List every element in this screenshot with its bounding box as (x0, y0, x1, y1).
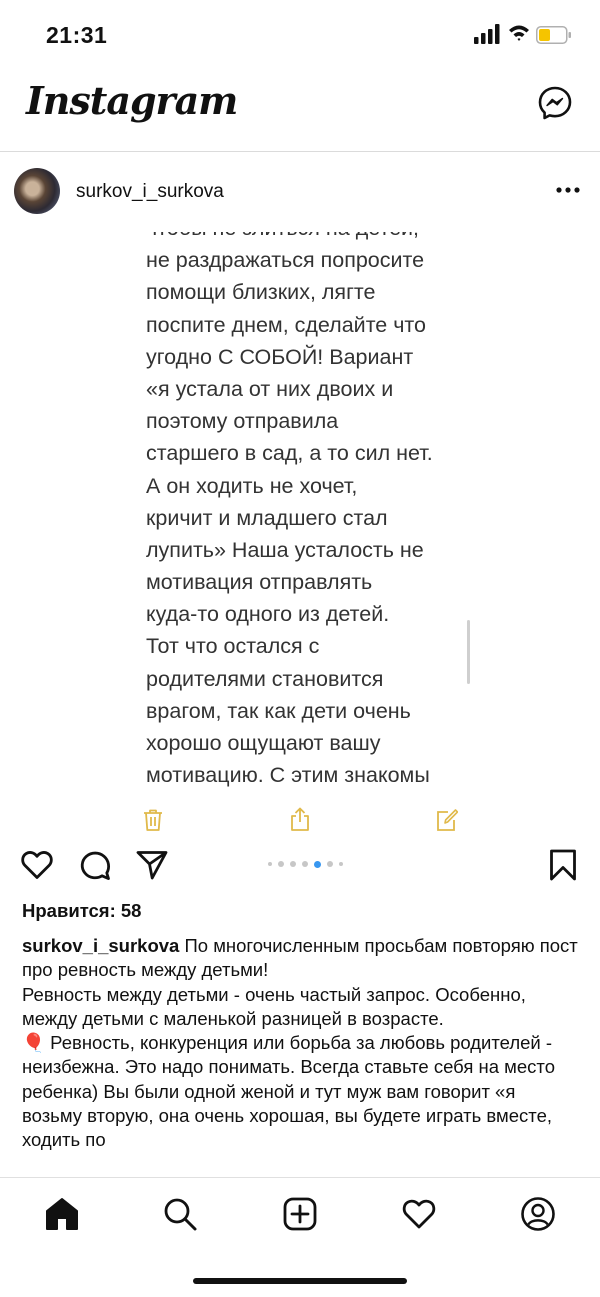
post-caption: surkov_i_surkova По многочисленным прось… (22, 934, 578, 1153)
notes-line: куда-то одного из детей. (146, 602, 390, 627)
carousel-dot (290, 861, 296, 867)
home-indicator (193, 1278, 407, 1284)
carousel-dot (302, 861, 308, 867)
notes-line: поэтому отправила (146, 409, 339, 434)
trash-icon (144, 809, 162, 831)
profile-icon[interactable] (520, 1196, 556, 1232)
carousel-dot-active (314, 860, 321, 868)
notes-text: чтобы не злиться на детей, не раздражать… (146, 232, 476, 791)
carousel-dot (327, 861, 333, 867)
wifi-icon (509, 25, 529, 41)
post-username[interactable]: surkov_i_surkova (76, 181, 224, 203)
share-icon (291, 807, 309, 831)
header-divider (0, 151, 600, 152)
notes-line: мотивацию. С этим знакомы (146, 763, 430, 788)
share-direct-icon[interactable] (135, 848, 169, 882)
tab-bar-divider (0, 1177, 600, 1178)
like-heart-icon[interactable] (20, 848, 54, 882)
caption-paragraph: Ревность, конкуренция или борьба за любо… (22, 1032, 555, 1151)
battery-icon (536, 26, 571, 44)
carousel-dot (268, 862, 272, 866)
notes-line: помощи близких, лягте (146, 280, 376, 305)
caption-fade (0, 1172, 600, 1184)
notes-line: мотивация отправлять (146, 570, 373, 595)
caption-paragraph: Ревность между детьми - очень частый зап… (22, 983, 526, 1029)
save-bookmark-icon[interactable] (546, 848, 580, 882)
carousel-dot (339, 862, 343, 866)
activity-heart-icon[interactable] (401, 1196, 437, 1232)
post-image[interactable]: чтобы не злиться на детей, не раздражать… (0, 232, 600, 838)
instagram-logo[interactable]: Instagram (26, 78, 238, 123)
notes-line: угодно С СОБОЙ! Вариант (146, 344, 414, 369)
search-icon[interactable] (162, 1196, 198, 1232)
avatar[interactable] (14, 168, 60, 214)
more-options-icon[interactable] (556, 186, 580, 194)
notes-line: хорошо ощущают вашу (146, 731, 381, 755)
notes-line: врагом, так как дети очень (146, 698, 411, 723)
notes-line: родителями становится (146, 666, 384, 691)
notes-line: «я устала от них двоих и (146, 376, 394, 401)
notes-line: кричит и младшего стал (146, 505, 388, 530)
notes-line: поспите днем, сделайте что (146, 312, 426, 337)
caption-username[interactable]: surkov_i_surkova (22, 935, 179, 956)
notes-line: старшего в сад, а то сил нет. (146, 441, 433, 466)
notes-line: Тот что остался с (146, 634, 320, 659)
notes-scrollbar (467, 620, 470, 684)
cellular-signal-icon (474, 24, 500, 44)
new-post-icon[interactable] (282, 1196, 318, 1232)
comment-icon[interactable] (78, 848, 112, 882)
messenger-icon[interactable] (538, 86, 572, 120)
home-icon[interactable] (44, 1196, 80, 1232)
status-time: 21:31 (46, 22, 108, 48)
notes-line: лупить» Наша усталость не (146, 537, 424, 562)
likes-count[interactable]: Нравится: 58 (22, 900, 141, 922)
carousel-dot (278, 861, 284, 867)
notes-line: не раздражаться попросите (146, 248, 425, 273)
balloon-emoji: 🎈 (22, 1032, 46, 1054)
notes-line: А он ходить не хочет, (146, 473, 358, 498)
compose-icon (437, 809, 458, 831)
carousel-indicator (268, 859, 343, 869)
notes-line: чтобы не злиться на детей, (146, 232, 476, 244)
